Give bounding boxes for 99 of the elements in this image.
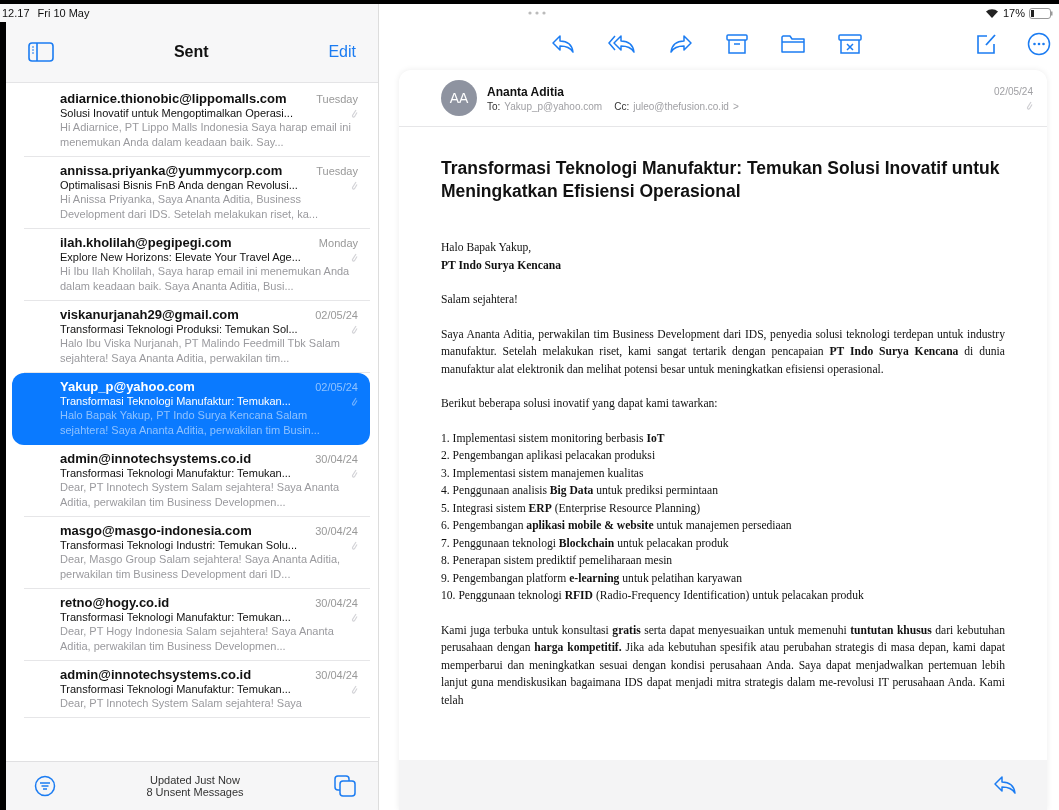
message-sender: viskanurjanah29@gmail.com — [60, 307, 239, 322]
recipient-address: Yakup_p@yahoo.com — [504, 100, 603, 112]
multitask-dots-icon[interactable] — [527, 11, 547, 15]
message-date: Tuesday — [316, 165, 358, 177]
solution-item: 7. Penggunaan teknologi Blockchain untuk pelacakan produk — [441, 535, 730, 552]
solution-item: 3. Implementasi sistem manajemen kualitas — [441, 465, 645, 482]
message-item[interactable]: admin@innotechsystems.co.id 30/04/24 Transformasi Teknologi Manufaktur: Temukan... Dear, PT Innotech System Salam sejahtera! Saya — [24, 661, 370, 718]
message-preview: Dear, PT Hogy Indonesia Salam sejahtera! Saya Ananta Aditia, perwakilan tim Business Developmen... — [60, 624, 335, 654]
message-item[interactable]: retno@hogy.co.id 30/04/24 Transformasi Teknologi Manufaktur: Temukan... Dear, PT Hogy Indonesia Salam sejahtera! Saya Ananta Aditia, perwakilan tim Business Developmen... — [24, 589, 370, 661]
reply-icon[interactable] — [993, 775, 1017, 795]
to-label: To: — [487, 100, 501, 112]
battery-percent: 17% — [1002, 7, 1025, 19]
solution-item: 8. Penerapan sistem prediktif pemeliharaan mesin — [441, 553, 674, 569]
paperclip-icon — [350, 539, 358, 551]
message-item[interactable]: admin@innotechsystems.co.id 30/04/24 Transformasi Teknologi Manufaktur: Temukan... Dear, PT Innotech System Salam sejahtera! Saya Ananta Aditia, perwakilan tim Business Developmen... — [24, 445, 370, 517]
message-preview: Dear, Masgo Group Salam sejahtera! Saya Ananta Aditia, perwakilan tim Business Development dari ID... — [60, 552, 342, 582]
solution-item: 10. Penggunaan teknologi RFID (Radio-Frequency Identification) untuk pelacakan produk — [441, 588, 865, 604]
company-name: PT Indo Surya Kencana — [441, 257, 562, 274]
message-sender: masgo@masgo-indonesia.com — [60, 523, 252, 538]
message-subject: Transformasi Teknologi Manufaktur: Temukan... — [60, 611, 291, 623]
message-date: 02/05/24 — [315, 381, 358, 393]
message-sender: admin@innotechsystems.co.id — [60, 667, 252, 682]
compose-icon[interactable] — [975, 33, 997, 55]
trash-icon[interactable] — [838, 34, 862, 54]
cc-address: juleo@thefusion.co.id — [633, 100, 729, 112]
reply-all-icon[interactable] — [608, 34, 636, 54]
message-preview: Halo Bapak Yakup, PT Indo Surya Kencana Salam sejahtera! Saya Ananta Aditia, perwakilan tim Busin... — [60, 408, 321, 438]
message-sender: ilah.kholilah@pegipegi.com — [60, 235, 232, 250]
stack-icon[interactable] — [334, 775, 356, 797]
folder-icon[interactable] — [781, 34, 805, 54]
message-preview: Hi Ibu Ilah Kholilah, Saya harap email ini menemukan Anda dalam keadaan baik. Saya Ananta Aditia, Busi... — [60, 264, 351, 294]
message-preview: Dear, PT Innotech System Salam sejahtera! Saya Ananta Aditia, perwakilan tim Business Developmen... — [60, 480, 341, 510]
message-sender: admin@innotechsystems.co.id — [60, 451, 252, 466]
message-preview: Halo Ibu Viska Nurjanah, PT Malindo Feedmill Tbk Salam sejahtera! Saya Ananta Aditia, perwakilan tim... — [60, 336, 342, 366]
solution-item: 9. Pengembangan platform e-learning untuk pelatihan karyawan — [441, 570, 744, 587]
message-date: Tuesday — [316, 93, 358, 105]
message-item[interactable]: masgo@masgo-indonesia.com 30/04/24 Transformasi Teknologi Industri: Temukan Solu... Dear, Masgo Group Salam sejahtera! Saya Ananta Aditia, perwakilan tim Business Development dari ID... — [24, 517, 370, 589]
cc-label: Cc: — [614, 100, 630, 112]
paperclip-icon — [350, 323, 358, 335]
message-sender: Yakup_p@yahoo.com — [60, 379, 195, 394]
message-item[interactable]: adiarnice.thionobic@lippomalls.com Tuesday Solusi Inovatif untuk Mengoptimalkan Operasi... Hi Adiarnice, PT Lippo Malls Indonesia Saya harap email ini menemukan Anda dalam keadaan baik. Say... — [24, 85, 370, 157]
more-icon[interactable] — [1027, 32, 1051, 56]
mailbox-title: Sent — [173, 43, 209, 61]
unsent-count: 8 Unsent Messages — [146, 786, 244, 798]
solution-item: 6. Pengembangan aplikasi mobile & website untuk manajemen persediaan — [441, 518, 793, 534]
solution-item: 1. Implementasi sistem monitoring berbasis IoT — [441, 430, 666, 447]
message-sender: retno@hogy.co.id — [60, 595, 170, 610]
battery-icon — [1029, 7, 1053, 19]
message-date: 02/05/24 — [994, 85, 1033, 97]
reply-icon[interactable] — [551, 34, 575, 54]
message-preview: Hi Anissa Priyanka, Saya Ananta Aditia, Business Development dari IDS. Setelah melakukan riset, ka... — [60, 192, 319, 222]
sender-avatar: AA — [441, 80, 477, 116]
paperclip-icon — [350, 467, 358, 479]
message-date: 02/05/24 — [315, 309, 358, 321]
message-subject: Transformasi Teknologi Industri: Temukan Solu... — [60, 539, 298, 551]
sidebar-icon[interactable] — [28, 42, 54, 62]
message-date: 30/04/24 — [315, 453, 358, 465]
paperclip-icon — [350, 395, 358, 407]
paperclip-icon — [350, 611, 358, 623]
message-subject: Optimalisasi Bisnis FnB Anda dengan Revolusi... — [60, 179, 298, 191]
salutation: Salam sejahtera! — [441, 292, 519, 308]
greeting: Halo Bapak Yakup, — [441, 240, 533, 256]
paperclip-icon — [350, 179, 358, 191]
forward-icon[interactable] — [669, 34, 693, 54]
message-date: 30/04/24 — [315, 525, 358, 537]
message-subject: Transformasi Teknologi Manufaktur: Temukan... — [60, 395, 291, 407]
archive-icon[interactable] — [726, 34, 748, 54]
sender-name: Ananta Aditia — [487, 84, 565, 99]
message-subject: Transformasi Teknologi Manufaktur: Temukan... — [60, 683, 291, 695]
wifi-icon — [984, 8, 999, 18]
list-intro: Berikut beberapa solusi inovatif yang dapat kami tawarkan: — [441, 396, 719, 412]
message-subject: Transformasi Teknologi Produksi: Temukan Sol... — [60, 323, 298, 335]
paperclip-icon — [350, 683, 358, 695]
intro-paragraph: Saya Ananta Aditia, perwakilan tim Business Development dari IDS, penyedia solusi teknologi terdepan untuk industry manufaktur. Setelah melakukan riset, kami sangat tertarik dengan pencapaian PT Indo Surya Kencana di dunia manufaktur alat elektronik dan melihat potensi besar untuk meningkatkan efisiensi operasional. — [441, 326, 1005, 378]
message-item[interactable]: annissa.priyanka@yummycorp.com Tuesday Optimalisasi Bisnis FnB Anda dengan Revolusi... Hi Anissa Priyanka, Saya Ananta Aditia, Business Development dari IDS. Setelah melakukan riset, ka... — [24, 157, 370, 229]
update-status: Updated Just Now — [150, 774, 240, 786]
message-item[interactable]: ilah.kholilah@pegipegi.com Monday Explore New Horizons: Elevate Your Travel Age... Hi Ibu Ilah Kholilah, Saya harap email ini menemukan Anda dalam keadaan baik. Saya Ananta Aditia, Busi... — [24, 229, 370, 301]
closing-paragraph: Kami juga terbuka untuk konsultasi gratis serta dapat menyesuaikan untuk memenuhi tuntutan khusus dari kebutuhan perusahaan dengan harga kompetitif. Jika ada kebutuhan spesifik atau perubahan strategis di masa depan, kami dapat memperbarui dan meningkatkan sesuai dengan kondisi perusahaan Anda. Saya dapat menjadwalkan pertemuan lebih lanjut guna mendiskusikan bagaimana IDS dapat menjadi mitra strategis dalam me-revolusi IT perusahaan Anda. Kami telah — [441, 622, 1005, 709]
filter-icon[interactable] — [34, 775, 56, 797]
solution-item: 5. Integrasi sistem ERP (Enterprise Resource Planning) — [441, 500, 702, 517]
solution-item: 2. Pengembangan aplikasi pelacakan produksi — [441, 448, 657, 464]
message-item[interactable]: Yakup_p@yahoo.com 02/05/24 Transformasi Teknologi Manufaktur: Temukan... Halo Bapak Yakup, PT Indo Surya Kencana Salam sejahtera! Saya Ananta Aditia, perwakilan tim Busin... — [12, 373, 370, 445]
message-subject: Explore New Horizons: Elevate Your Travel Age... — [60, 251, 301, 263]
message-subject: Solusi Inovatif untuk Mengoptimalkan Operasi... — [60, 107, 293, 119]
message-subject: Transformasi Teknologi Manufaktur: Temukan... — [60, 467, 291, 479]
message-date: 30/04/24 — [315, 597, 358, 609]
message-preview: Dear, PT Innotech System Salam sejahtera! Saya — [60, 696, 303, 711]
message-date: Monday — [318, 237, 358, 249]
edit-button[interactable]: Edit — [328, 43, 356, 61]
message-sender: adiarnice.thionobic@lippomalls.com — [60, 91, 287, 106]
message-date: 30/04/24 — [315, 669, 358, 681]
solution-item: 4. Penggunaan analisis Big Data untuk prediksi permintaan — [441, 483, 719, 499]
email-subject: Transformasi Teknologi Manufaktur: Temukan Solusi Inovatif untuk Meningkatkan Efisiensi Operasional — [441, 157, 1001, 203]
paperclip-icon — [350, 107, 358, 119]
message-sender: annissa.priyanka@yummycorp.com — [60, 163, 283, 178]
status-time: 12.17 — [2, 7, 30, 19]
paperclip-icon — [350, 251, 358, 263]
message-preview: Hi Adiarnice, PT Lippo Malls Indonesia Saya harap email ini menemukan Anda dalam keadaan baik. Say... — [60, 120, 352, 150]
status-date: Fri 10 May — [37, 7, 90, 19]
